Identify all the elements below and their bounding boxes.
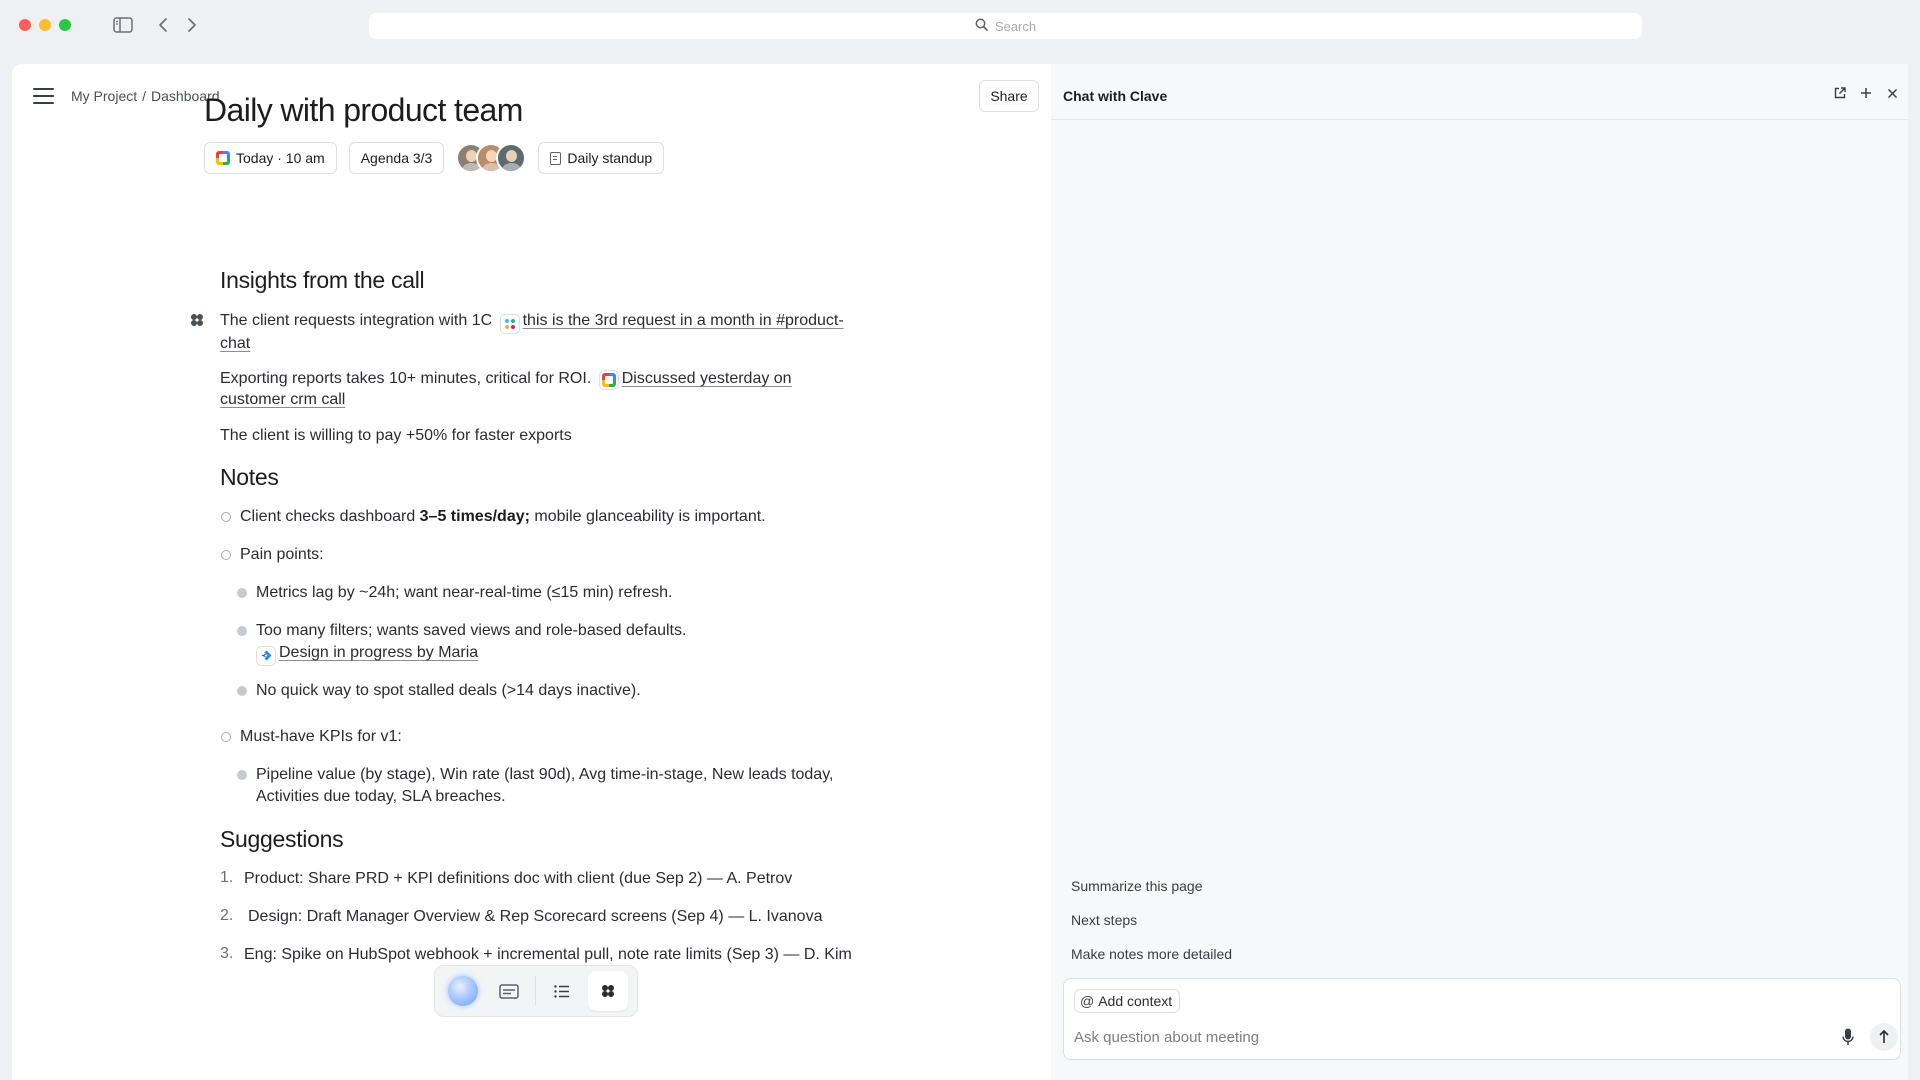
insight-2: Exporting reports takes 10+ minutes, cri… [220, 369, 860, 410]
microphone-icon[interactable] [1838, 1026, 1858, 1048]
bullet-icon [237, 686, 247, 696]
close-icon[interactable] [1883, 84, 1901, 102]
captions-icon[interactable] [489, 971, 529, 1011]
forward-chevron-icon[interactable] [185, 14, 199, 36]
toolbar-divider [535, 976, 536, 1006]
attendee-avatars[interactable] [456, 143, 527, 173]
bullet-icon [221, 512, 231, 522]
note-2b: Too many filters; wants saved views and … [256, 622, 687, 639]
insight-1-text: The client requests integration with 1C [220, 312, 493, 329]
note-1-pre: Client checks dashboard [240, 508, 420, 525]
note-2c: No quick way to spot stalled deals (>14 … [256, 682, 641, 699]
jira-icon [256, 645, 276, 666]
clover-icon[interactable] [588, 971, 628, 1011]
menu-icon[interactable] [33, 88, 54, 104]
breadcrumb-project[interactable]: My Project [71, 88, 137, 104]
window-titlebar: Search [0, 0, 1920, 52]
note-1-bold: 3–5 times/day; [419, 508, 530, 525]
list-number: 1. [220, 869, 234, 886]
agenda-chip[interactable]: Agenda 3/3 [348, 142, 445, 174]
calendar-icon [598, 370, 619, 390]
list-number: 3. [220, 945, 234, 962]
breadcrumb: My Project / Dashboard [71, 88, 220, 104]
chat-panel: Chat with Clave Summarize this page Next… [1051, 64, 1908, 1080]
design-task-link[interactable]: Design in progress by Maria [279, 644, 478, 661]
search-bar[interactable]: Search [369, 13, 1642, 39]
suggestion-more-detailed[interactable]: Make notes more detailed [1071, 946, 1232, 962]
page-title: Daily with product team [204, 92, 523, 128]
ai-orb-icon[interactable] [443, 971, 483, 1011]
send-arrow-icon[interactable] [1870, 1023, 1898, 1051]
calendar-icon [216, 151, 230, 165]
add-context-label: Add context [1098, 993, 1173, 1009]
note-3a: Pipeline value (by stage), Win rate (las… [256, 766, 834, 805]
bullet-icon [221, 732, 231, 742]
list-number: 2. [220, 907, 234, 924]
insight-1: The client requests integration with 1C … [220, 311, 860, 354]
close-window-button[interactable] [19, 19, 31, 31]
bullet-icon [237, 588, 247, 598]
at-icon: @ [1080, 993, 1095, 1009]
bullet-icon [221, 550, 231, 560]
suggestion-next-steps[interactable]: Next steps [1071, 912, 1137, 928]
chat-input[interactable] [1074, 1025, 1814, 1049]
back-chevron-icon[interactable] [156, 14, 170, 36]
document-icon [550, 151, 562, 165]
plus-icon[interactable] [1857, 84, 1875, 102]
add-context-button[interactable]: @ Add context [1074, 989, 1181, 1013]
notes-heading: Notes [220, 464, 279, 490]
bullet-icon [237, 770, 247, 780]
chat-header: Chat with Clave [1051, 64, 1908, 120]
search-placeholder: Search [994, 18, 1037, 34]
date-chip[interactable]: Today · 10 am [204, 142, 337, 174]
suggestions-heading: Suggestions [220, 826, 344, 852]
date-chip-label: Today · 10 am [236, 150, 325, 166]
breadcrumb-separator: / [142, 88, 147, 104]
note-2a: Metrics lag by ~24h; want near-real-time… [256, 584, 673, 601]
minimize-window-button[interactable] [39, 19, 51, 31]
sidebar-toggle-icon[interactable] [112, 14, 134, 36]
suggestion-summarize[interactable]: Summarize this page [1071, 878, 1203, 894]
note-2: Pain points: [240, 546, 324, 563]
insights-heading: Insights from the call [220, 267, 425, 293]
maximize-window-button[interactable] [59, 19, 71, 31]
open-external-icon[interactable] [1831, 84, 1849, 102]
note-1: Client checks dashboard 3–5 times/day; m… [240, 506, 880, 528]
avatar [496, 143, 527, 173]
share-button[interactable]: Share [979, 80, 1039, 112]
search-icon [975, 18, 988, 34]
note-2b-attachment: Design in progress by Maria [256, 642, 896, 666]
note-1-post: mobile glanceability is important. [529, 508, 766, 525]
suggestion-1: Product: Share PRD + KPI definitions doc… [244, 870, 793, 887]
agenda-chip-label: Agenda 3/3 [360, 150, 433, 166]
chat-composer: @ Add context [1063, 978, 1901, 1060]
bullet-icon [237, 626, 247, 636]
suggestion-2: Design: Draft Manager Overview & Rep Sco… [248, 908, 823, 925]
clover-icon[interactable] [189, 312, 205, 333]
meeting-meta-row: Today · 10 am Agenda 3/3 Daily standup [204, 142, 665, 174]
template-chip-label: Daily standup [567, 150, 653, 166]
suggestion-3: Eng: Spike on HubSpot webhook + incremen… [244, 946, 852, 963]
insight-2-text: Exporting reports takes 10+ minutes, cri… [220, 370, 592, 387]
note-3: Must-have KPIs for v1: [240, 728, 402, 745]
template-chip[interactable]: Daily standup [538, 142, 665, 174]
chat-title: Chat with Clave [1063, 88, 1168, 104]
floating-toolbar [434, 965, 638, 1017]
insight-3: The client is willing to pay +50% for fa… [220, 427, 572, 444]
list-icon[interactable] [542, 971, 582, 1011]
slack-icon [499, 314, 520, 334]
